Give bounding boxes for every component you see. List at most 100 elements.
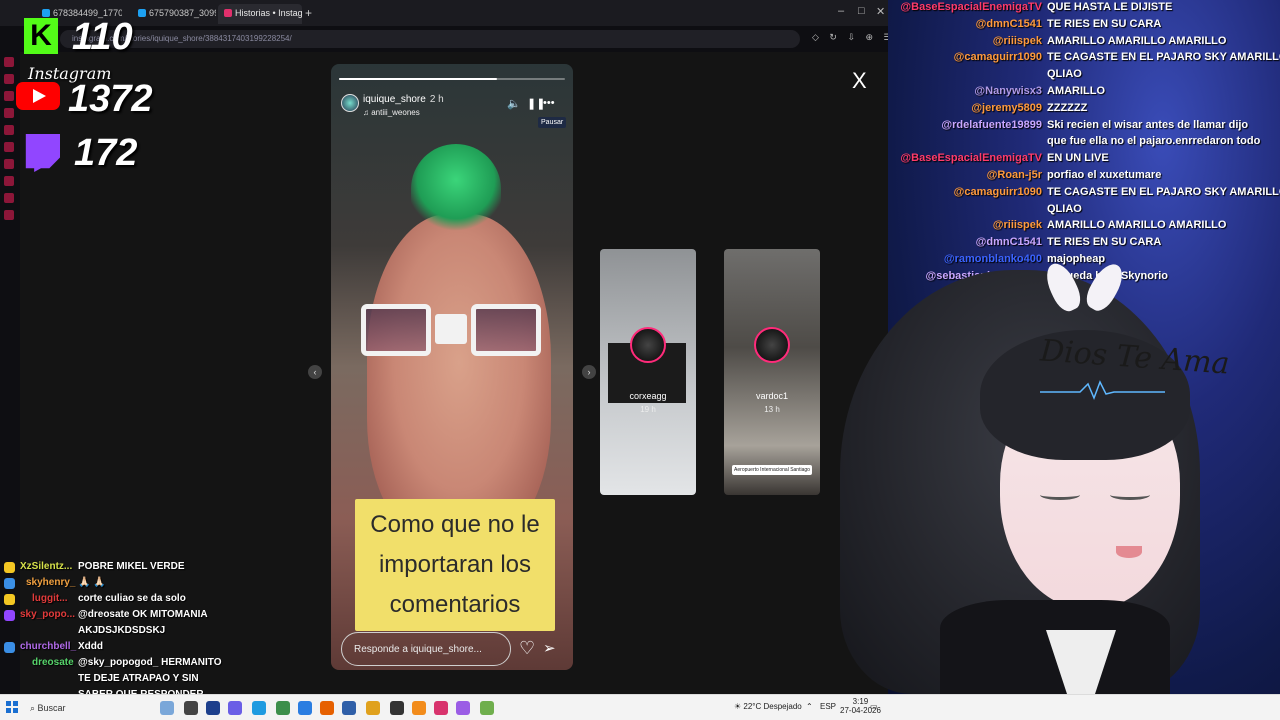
chat-username[interactable]: @Roan-j5r	[888, 169, 1042, 181]
app-icon[interactable]	[390, 701, 404, 715]
glasses-lens-left	[361, 304, 431, 356]
chat-username[interactable]: @ramonblanko400	[888, 253, 1042, 265]
pause-tooltip: Pausar	[538, 117, 567, 128]
sidebar-app-icon[interactable]	[4, 91, 14, 101]
edge-icon[interactable]	[252, 701, 266, 715]
chat-message: TE CAGASTE EN EL PAJARO SKY AMARILLO	[1047, 51, 1280, 64]
chat-message: Ski recien el wisar antes de llamar dijo	[1047, 118, 1249, 131]
story-reply-input[interactable]: Responde a iquique_shore...	[341, 632, 511, 666]
windows-start-icon[interactable]	[6, 701, 18, 713]
chat-message: 🙏🏻 🙏🏻	[78, 577, 106, 588]
chat-username[interactable]: @camaguirr1090	[888, 51, 1042, 63]
vtuber-mouth	[1116, 546, 1142, 558]
sidebar-app-icon[interactable]	[4, 193, 14, 203]
volume-icon[interactable]: 🔈	[507, 97, 521, 110]
browser-toolbar[interactable]: ◇ ↻ ⇩ ⊕ ☰	[812, 32, 896, 43]
sidebar-app-icon[interactable]	[4, 125, 14, 135]
chrome-icon[interactable]	[366, 701, 380, 715]
chat-message: @sky_popogod_ HERMANITO	[78, 657, 222, 668]
chat-message: AMARILLO AMARILLO AMARILLO	[1047, 34, 1227, 47]
close-story-button[interactable]: X	[852, 68, 867, 94]
story-preview-card[interactable]: vardoc1 13 h Aeropuerto Internacional Sa…	[724, 249, 820, 495]
opera-icon[interactable]	[434, 701, 448, 715]
tray-chevron-icon[interactable]: ⌃	[806, 702, 813, 711]
chat-username[interactable]: luggit...	[32, 593, 68, 604]
sidebar-app-icon[interactable]	[4, 142, 14, 152]
chat-username[interactable]: @dmnC1541	[888, 18, 1042, 30]
more-options-icon[interactable]: •••	[543, 97, 555, 109]
address-bar[interactable]: instagram.com/stories/iquique_shore/3884…	[60, 30, 800, 48]
chat-message: TE RIES EN SU CARA	[1047, 236, 1162, 249]
chat-username[interactable]: @jeremy5809	[888, 102, 1042, 114]
chat-message: corte culiao se da solo	[78, 593, 186, 604]
app-icon[interactable]	[412, 701, 426, 715]
plus-icon[interactable]: +	[305, 6, 312, 20]
sidebar-app-icon[interactable]	[4, 210, 14, 220]
app-icon[interactable]	[456, 701, 470, 715]
vtuber-bunny-ears	[1040, 258, 1129, 316]
app-icon[interactable]	[342, 701, 356, 715]
sidebar-app-icon[interactable]	[4, 57, 14, 67]
chat-badge-icon	[4, 610, 15, 621]
vtuber-ear-right	[1081, 258, 1129, 316]
app-icon[interactable]	[228, 701, 242, 715]
sidebar-app-icon[interactable]	[4, 159, 14, 169]
chat-username[interactable]: @rdelafuente19899	[888, 119, 1042, 131]
chat-message: QLIAO	[1047, 202, 1082, 215]
story-user-avatar[interactable]	[341, 94, 359, 112]
preview-username: corxeagg	[629, 391, 667, 401]
close-window-icon[interactable]: ✕	[876, 5, 885, 18]
caption-line: Como que no le	[370, 511, 540, 538]
minimize-icon[interactable]: –	[838, 5, 844, 17]
send-icon[interactable]: ➢	[543, 639, 556, 657]
instagram-icon	[224, 9, 232, 17]
chat-message: @dreosate OK MITOMANIA	[78, 609, 208, 620]
story-username[interactable]: iquique_shore 2 h	[363, 94, 444, 105]
app-icon[interactable]	[298, 701, 312, 715]
firefox-icon[interactable]	[320, 701, 334, 715]
notification-icon[interactable]: ▭	[870, 702, 878, 711]
app-icon[interactable]	[184, 701, 198, 715]
story-photo-glasses	[361, 296, 541, 366]
chat-username[interactable]: @riiispek	[888, 219, 1042, 231]
taskbar-search[interactable]: ⌕ Buscar	[24, 699, 154, 717]
preview-username: vardoc1	[755, 391, 789, 401]
browser-tab-2[interactable]: 675790387_30997546690...	[132, 4, 216, 24]
story-card[interactable]: iquique_shore 2 h ♫ antiii_weones 🔈 ❚❚ ••…	[331, 64, 573, 670]
weather-widget[interactable]: ☀ 22°C Despejado	[734, 702, 802, 711]
sidebar-app-icon[interactable]	[4, 74, 14, 84]
story-next-arrow-icon[interactable]: ›	[582, 365, 596, 379]
story-audio-text: antiii_weones	[371, 108, 420, 117]
heart-icon[interactable]: ♡	[519, 638, 535, 659]
chat-username[interactable]: @dmnC1541	[888, 236, 1042, 248]
chat-username[interactable]: @riiispek	[888, 35, 1042, 47]
input-language[interactable]: ESP	[820, 702, 836, 711]
twitch-viewer-count: 172	[74, 132, 138, 174]
story-preview-card[interactable]: corxeagg 19 h	[600, 249, 696, 495]
app-icon[interactable]	[480, 701, 494, 715]
vtuber-ear-left	[1040, 258, 1086, 316]
tab-favicon-icon	[42, 9, 50, 17]
chat-username[interactable]: churchbell_	[20, 641, 76, 652]
app-icon[interactable]	[276, 701, 290, 715]
sidebar-app-icon[interactable]	[4, 108, 14, 118]
app-icon[interactable]	[206, 701, 220, 715]
chat-username[interactable]: @BaseEspacialEnemigaTV	[888, 1, 1042, 13]
chat-message: AKJDSJKDSDSKJ	[78, 625, 166, 636]
task-view-icon[interactable]	[160, 701, 174, 715]
sidebar-app-icon[interactable]	[4, 176, 14, 186]
browser-tab-active[interactable]: Historias • Instagram	[218, 4, 302, 24]
preview-time: 19 h	[640, 405, 656, 414]
preview-avatar	[754, 327, 790, 363]
chat-username[interactable]: @camaguirr1090	[888, 186, 1042, 198]
story-caption: Como que no le importaran los comentario…	[355, 499, 555, 631]
chat-username[interactable]: @BaseEspacialEnemigaTV	[888, 152, 1042, 164]
story-prev-arrow-icon[interactable]: ‹	[308, 365, 322, 379]
chat-username[interactable]: dreosate	[32, 657, 74, 668]
chat-username[interactable]: skyhenry_	[26, 577, 75, 588]
maximize-icon[interactable]: □	[858, 5, 865, 17]
chat-message: POBRE MIKEL VERDE	[78, 561, 185, 572]
chat-username[interactable]: @Nanywisx3	[888, 85, 1042, 97]
chat-username[interactable]: XzSilentz...	[20, 561, 72, 572]
chat-username[interactable]: sky_popo...	[20, 609, 75, 620]
